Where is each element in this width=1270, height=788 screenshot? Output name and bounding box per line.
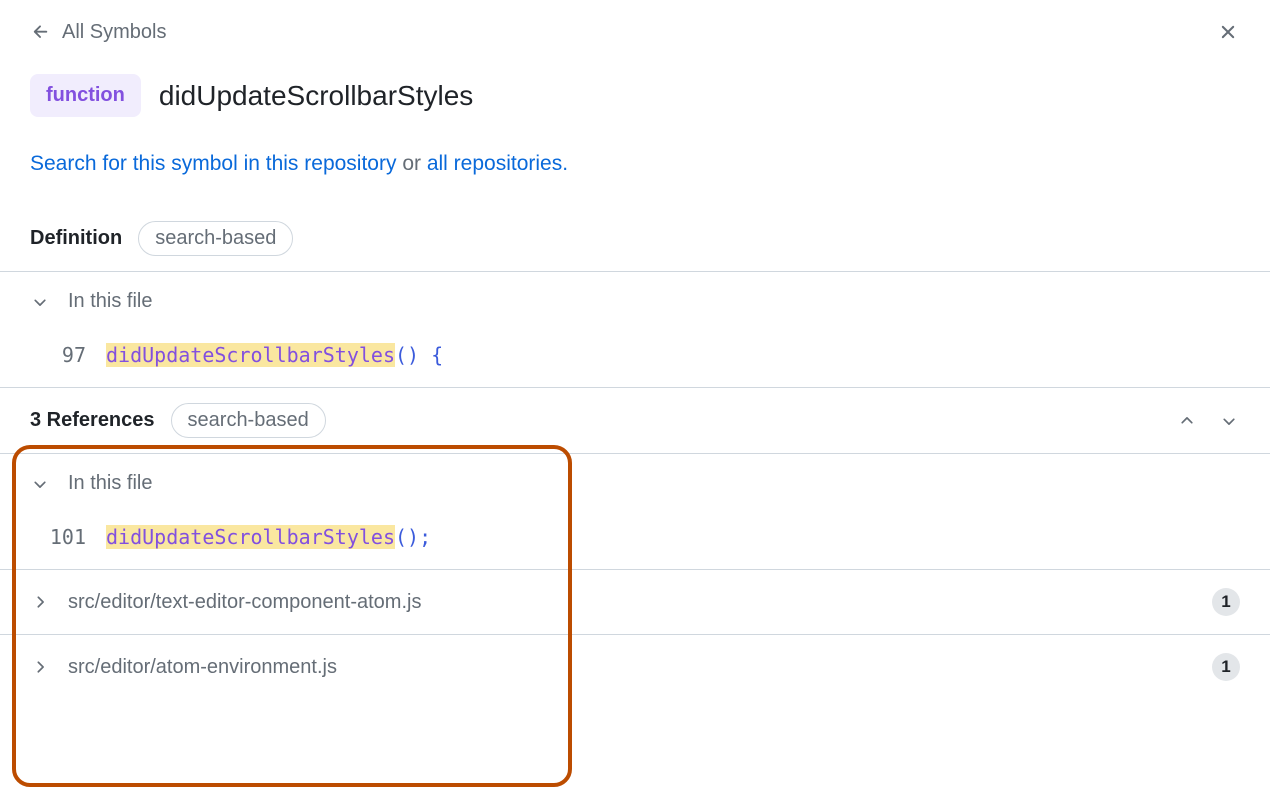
reference-count-badge: 1 xyxy=(1212,588,1240,616)
chevron-down-icon[interactable] xyxy=(1218,410,1240,432)
definition-title: Definition xyxy=(30,227,122,250)
back-nav[interactable]: All Symbols xyxy=(30,21,166,44)
search-repo-link[interactable]: Search for this symbol in this repositor… xyxy=(30,152,396,175)
definition-file-row[interactable]: In this file xyxy=(0,272,1270,331)
references-in-file-label: In this file xyxy=(68,472,152,495)
line-number: 97 xyxy=(48,343,86,367)
line-number: 101 xyxy=(48,525,86,549)
chevron-up-icon[interactable] xyxy=(1176,410,1198,432)
symbol-type-badge: function xyxy=(30,74,141,117)
reference-file-row[interactable]: src/editor/text-editor-component-atom.js… xyxy=(0,570,1270,634)
arrow-left-icon xyxy=(30,21,52,43)
reference-file-row[interactable]: src/editor/atom-environment.js 1 xyxy=(0,635,1270,699)
reference-count-badge: 1 xyxy=(1212,653,1240,681)
definition-pill: search-based xyxy=(138,221,293,256)
definition-code-line[interactable]: 97 didUpdateScrollbarStyles() { xyxy=(0,331,1270,387)
chevron-down-icon xyxy=(30,474,50,494)
references-nav xyxy=(1176,410,1240,432)
search-links: Search for this symbol in this repositor… xyxy=(0,127,1270,206)
search-links-sep: or xyxy=(396,152,426,175)
definition-file-label: In this file xyxy=(68,290,152,313)
code-content: didUpdateScrollbarStyles() { xyxy=(106,343,443,367)
reference-file-path: src/editor/text-editor-component-atom.js xyxy=(68,591,421,614)
symbol-panel: All Symbols function didUpdateScrollbarS… xyxy=(0,0,1270,699)
close-icon[interactable] xyxy=(1216,20,1240,44)
reference-file-path: src/editor/atom-environment.js xyxy=(68,656,337,679)
back-label: All Symbols xyxy=(62,21,166,44)
symbol-title-row: function didUpdateScrollbarStyles xyxy=(0,54,1270,127)
references-title: 3 References xyxy=(30,409,155,432)
panel-header: All Symbols xyxy=(0,0,1270,54)
references-header: 3 References search-based xyxy=(0,388,1270,453)
code-content: didUpdateScrollbarStyles(); xyxy=(106,525,431,549)
chevron-down-icon xyxy=(30,292,50,312)
definition-header: Definition search-based xyxy=(0,206,1270,271)
references-pill: search-based xyxy=(171,403,326,438)
chevron-right-icon xyxy=(30,592,50,612)
search-all-repos-link[interactable]: all repositories. xyxy=(427,152,568,175)
chevron-right-icon xyxy=(30,657,50,677)
references-in-file-row[interactable]: In this file xyxy=(0,454,1270,513)
reference-code-line[interactable]: 101 didUpdateScrollbarStyles(); xyxy=(0,513,1270,569)
symbol-name: didUpdateScrollbarStyles xyxy=(159,80,473,112)
